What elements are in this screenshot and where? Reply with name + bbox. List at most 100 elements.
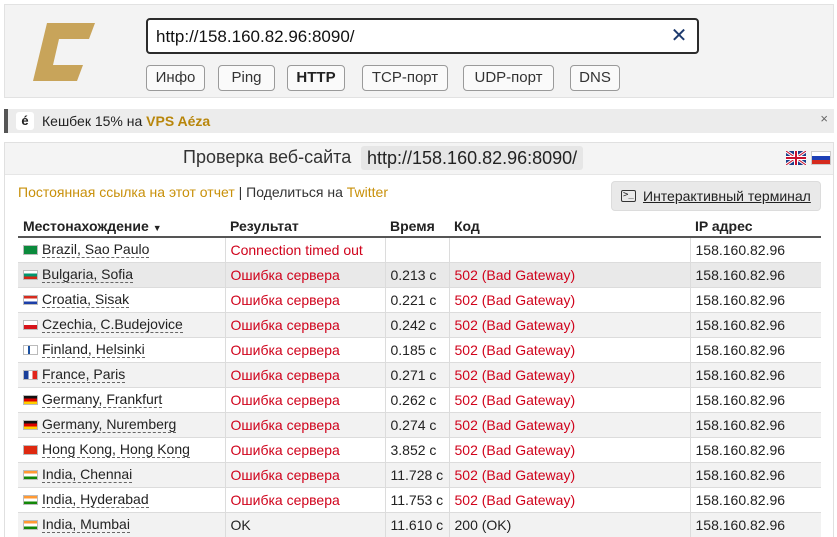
result-cell: Ошибка сервера: [225, 312, 386, 338]
location-link[interactable]: Germany, Frankfurt: [42, 391, 163, 408]
ip-cell: 158.160.82.96: [690, 437, 821, 463]
location-cell: Germany, Nuremberg: [18, 412, 226, 438]
ip-cell: 158.160.82.96: [690, 337, 821, 363]
location-link[interactable]: Croatia, Sisak: [42, 291, 130, 308]
tab-tcp-port[interactable]: TCP-порт: [362, 65, 448, 91]
location-cell: India, Mumbai: [18, 512, 226, 537]
location-link[interactable]: Finland, Helsinki: [42, 341, 145, 358]
location-cell: Czechia, C.Budejovice: [18, 312, 226, 338]
code-cell: 502 (Bad Gateway): [449, 312, 691, 338]
ru-flag-icon[interactable]: [811, 151, 831, 165]
permalink-link[interactable]: Постоянная ссылка на этот отчет: [18, 184, 235, 200]
ip-cell: 158.160.82.96: [690, 512, 821, 537]
ip-cell: 158.160.82.96: [690, 237, 821, 263]
promo-text: Кешбек 15% на VPS Aéza: [42, 113, 211, 129]
interactive-terminal-button[interactable]: >_ Интерактивный терминал: [611, 181, 821, 211]
ip-cell: 158.160.82.96: [690, 462, 821, 488]
location-link[interactable]: Hong Kong, Hong Kong: [42, 441, 190, 458]
table-row: India, Hyderabad Ошибка сервера 11.753 с 50…: [18, 487, 821, 513]
result-cell: Ошибка сервера: [225, 362, 386, 388]
code-cell: 502 (Bad Gateway): [449, 262, 691, 288]
location-cell: Brazil, Sao Paulo: [18, 237, 226, 263]
de-flag-icon: [23, 394, 38, 405]
code-cell: 502 (Bad Gateway): [449, 462, 691, 488]
time-cell: 0.274 с: [385, 412, 450, 438]
table-row: India, Mumbai OK 11.610 с 200 (OK) 158.160.8…: [18, 512, 821, 537]
ip-cell: 158.160.82.96: [690, 387, 821, 413]
in-flag-icon: [23, 519, 38, 530]
panel-header: Проверка веб-сайта http://158.160.82.96:…: [5, 143, 833, 175]
column-header-ip: IP адрес: [690, 213, 821, 238]
cz-flag-icon: [23, 319, 38, 330]
bg-flag-icon: [23, 269, 38, 280]
hr-flag-icon: [23, 294, 38, 305]
location-cell: Bulgaria, Sofia: [18, 262, 226, 288]
location-cell: France, Paris: [18, 362, 226, 388]
time-cell: 11.753 с: [385, 487, 450, 513]
time-cell: [385, 237, 450, 263]
page-title: Проверка веб-сайта: [183, 147, 352, 167]
tab-udp-port[interactable]: UDP-порт: [463, 65, 554, 91]
table-row: Brazil, Sao Paulo Connection timed out 158…: [18, 237, 821, 263]
location-cell: India, Hyderabad: [18, 487, 226, 513]
location-cell: Croatia, Sisak: [18, 287, 226, 313]
results-table: Местонахождение ▼ Результат Время Код IP …: [18, 213, 821, 537]
sort-arrow-icon: ▼: [152, 222, 162, 233]
location-link[interactable]: India, Mumbai: [42, 516, 130, 533]
result-cell: Ошибка сервера: [225, 462, 386, 488]
ip-cell: 158.160.82.96: [690, 362, 821, 388]
code-cell: 200 (OK): [449, 512, 691, 537]
br-flag-icon: [23, 244, 38, 255]
location-link[interactable]: India, Hyderabad: [42, 491, 149, 508]
clear-icon[interactable]: ✕: [669, 26, 689, 46]
hk-flag-icon: [23, 444, 38, 455]
time-cell: 0.185 с: [385, 337, 450, 363]
location-cell: India, Chennai: [18, 462, 226, 488]
promo-link[interactable]: VPS Aéza: [146, 113, 210, 129]
time-cell: 11.610 с: [385, 512, 450, 537]
results-panel: Проверка веб-сайта http://158.160.82.96:…: [4, 142, 834, 537]
result-cell: Ошибка сервера: [225, 412, 386, 438]
ip-cell: 158.160.82.96: [690, 487, 821, 513]
uk-flag-icon[interactable]: [786, 151, 806, 165]
code-cell: 502 (Bad Gateway): [449, 437, 691, 463]
location-link[interactable]: Bulgaria, Sofia: [42, 266, 134, 283]
url-input[interactable]: [156, 25, 656, 49]
time-cell: 0.213 с: [385, 262, 450, 288]
result-cell: Ошибка сервера: [225, 487, 386, 513]
location-link[interactable]: Czechia, C.Budejovice: [42, 316, 183, 333]
column-header-result: Результат: [225, 213, 385, 238]
url-field-container: ✕: [146, 18, 699, 54]
terminal-icon: >_: [621, 190, 636, 202]
column-header-location[interactable]: Местонахождение ▼: [18, 213, 225, 238]
table-row: Bulgaria, Sofia Ошибка сервера 0.213 с 502 …: [18, 262, 821, 288]
location-link[interactable]: India, Chennai: [42, 466, 133, 483]
tab-ping[interactable]: Ping: [218, 65, 275, 91]
tab-dns[interactable]: DNS: [570, 65, 620, 91]
tab-info[interactable]: Инфо: [146, 65, 205, 91]
checked-url: http://158.160.82.96:8090/: [361, 146, 584, 170]
time-cell: 0.221 с: [385, 287, 450, 313]
tab-http[interactable]: HTTP: [287, 65, 345, 91]
table-row: India, Chennai Ошибка сервера 11.728 с 502 …: [18, 462, 821, 488]
time-cell: 3.852 с: [385, 437, 450, 463]
code-cell: 502 (Bad Gateway): [449, 362, 691, 388]
promo-banner: é Кешбек 15% на VPS Aéza ×: [4, 109, 834, 133]
time-cell: 0.242 с: [385, 312, 450, 338]
table-row: Germany, Frankfurt Ошибка сервера 0.262 с5…: [18, 387, 821, 413]
result-cell: Ошибка сервера: [225, 387, 386, 413]
location-link[interactable]: Germany, Nuremberg: [42, 416, 177, 433]
location-link[interactable]: France, Paris: [42, 366, 126, 383]
aeza-icon: é: [16, 112, 34, 130]
de-flag-icon: [23, 419, 38, 430]
time-cell: 0.262 с: [385, 387, 450, 413]
ip-cell: 158.160.82.96: [690, 412, 821, 438]
location-link[interactable]: Brazil, Sao Paulo: [42, 241, 150, 258]
close-icon[interactable]: ×: [820, 111, 828, 126]
ip-cell: 158.160.82.96: [690, 262, 821, 288]
site-logo[interactable]: [33, 23, 95, 81]
twitter-share-link[interactable]: Twitter: [347, 184, 388, 200]
result-cell: Ошибка сервера: [225, 337, 386, 363]
column-header-code: Код: [449, 213, 690, 238]
time-cell: 11.728 с: [385, 462, 450, 488]
